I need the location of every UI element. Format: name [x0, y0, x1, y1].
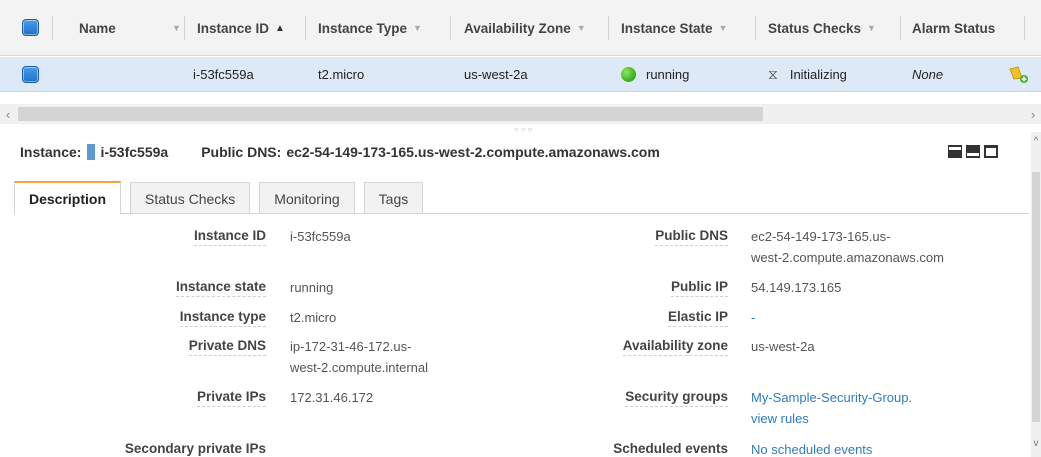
- sort-caret-icon: ▼: [413, 23, 422, 33]
- label-private-dns: Private DNS: [188, 338, 266, 356]
- cell-instance-type: t2.micro: [318, 67, 365, 82]
- value-instance-type: t2.micro: [290, 310, 337, 325]
- label-instance-state: Instance state: [175, 279, 266, 297]
- cell-instance-id: i-53fc559a: [193, 67, 254, 82]
- value-security-groups: My-Sample-Security-Group. view rules: [751, 387, 912, 429]
- row-checkbox[interactable]: [22, 66, 39, 83]
- scroll-down-icon[interactable]: v: [1031, 438, 1041, 449]
- label-scheduled-events: Scheduled events: [613, 441, 728, 457]
- sort-caret-icon: ▼: [576, 23, 586, 33]
- value-scheduled-events[interactable]: No scheduled events: [751, 439, 872, 457]
- table-row[interactable]: i-53fc559a t2.micro us-west-2a running ⧖…: [0, 57, 1041, 92]
- label-availability-zone: Availability zone: [622, 338, 728, 356]
- label-instance-type: Instance type: [179, 309, 266, 327]
- cell-instance-state: running: [621, 57, 689, 92]
- horizontal-scrollbar[interactable]: ‹ ›: [0, 104, 1041, 124]
- value-availability-zone: us-west-2a: [751, 339, 815, 354]
- label-instance-id: Instance ID: [193, 228, 266, 246]
- alarm-add-icon[interactable]: [1008, 57, 1030, 92]
- tab-status-checks[interactable]: Status Checks: [130, 182, 251, 214]
- layout-split-bottom-icon[interactable]: [966, 145, 980, 158]
- layout-maximize-icon[interactable]: [984, 145, 998, 158]
- detail-title: Instance: i-53fc559a Public DNS: ec2-54-…: [20, 144, 660, 160]
- scrollbar-thumb[interactable]: [18, 107, 763, 121]
- detail-tabs: Description Status Checks Monitoring Tag…: [14, 181, 432, 214]
- column-header-name[interactable]: Name: [79, 0, 116, 56]
- column-header-instance-type[interactable]: Instance Type ▼: [318, 0, 422, 56]
- value-instance-state: running: [290, 280, 334, 295]
- cell-status-checks: ⧖ Initializing: [768, 66, 847, 82]
- cell-alarm-status: None: [912, 67, 944, 82]
- value-elastic-ip: -: [751, 310, 756, 325]
- select-all-checkbox[interactable]: [22, 19, 39, 36]
- vertical-scrollbar[interactable]: ^ v: [1031, 132, 1041, 457]
- sort-ascending-icon: ▲: [275, 22, 285, 34]
- layout-split-top-icon[interactable]: [948, 145, 962, 158]
- scroll-up-icon[interactable]: ^: [1031, 136, 1041, 147]
- value-public-ip: 54.149.173.165: [751, 280, 842, 295]
- hourglass-icon: ⧖: [768, 66, 778, 82]
- scroll-left-icon[interactable]: ‹: [0, 104, 16, 124]
- tab-description[interactable]: Description: [14, 181, 122, 214]
- label-public-ip: Public IP: [670, 279, 728, 297]
- sort-caret-icon: ▼: [718, 23, 728, 33]
- label-elastic-ip: Elastic IP: [667, 309, 728, 327]
- column-header-status-checks[interactable]: Status Checks ▼: [768, 0, 876, 56]
- column-header-instance-state[interactable]: Instance State ▼: [621, 0, 727, 56]
- security-group-link[interactable]: My-Sample-Security-Group: [751, 390, 909, 405]
- status-running-icon: [621, 67, 636, 82]
- vertical-scrollbar-thumb[interactable]: [1032, 172, 1040, 422]
- cell-availability-zone: us-west-2a: [464, 67, 528, 82]
- instances-table-header: Name ▼ Instance ID ▲ Instance Type ▼ Ava…: [0, 0, 1041, 56]
- label-public-dns: Public DNS: [655, 228, 728, 246]
- value-instance-id: i-53fc559a: [290, 229, 351, 244]
- label-private-ips: Private IPs: [196, 389, 266, 407]
- instance-marker: [87, 144, 96, 160]
- label-security-groups: Security groups: [625, 389, 728, 407]
- tab-monitoring[interactable]: Monitoring: [259, 182, 355, 214]
- value-public-dns: ec2-54-149-173-165.us- west-2.compute.am…: [751, 229, 944, 265]
- view-rules-link[interactable]: view rules: [751, 408, 912, 429]
- tab-tags[interactable]: Tags: [363, 182, 424, 214]
- pane-resize-handle[interactable]: ○○○: [514, 125, 535, 134]
- column-header-alarm-status[interactable]: Alarm Status: [912, 0, 995, 56]
- label-secondary-private-ips: Secondary private IPs: [124, 441, 266, 457]
- column-header-instance-id[interactable]: Instance ID ▲: [197, 0, 285, 56]
- pane-layout-toggles: [948, 145, 998, 158]
- sort-caret-icon[interactable]: ▼: [166, 0, 181, 56]
- sort-caret-icon: ▼: [867, 23, 876, 33]
- column-header-availability-zone[interactable]: Availability Zone ▼: [464, 0, 586, 56]
- value-private-dns: ip-172-31-46-172.us- west-2.compute.inte…: [290, 339, 429, 375]
- scroll-right-icon[interactable]: ›: [1025, 104, 1041, 124]
- description-panel: Instance ID i-53fc559a Instance state ru…: [0, 214, 1030, 457]
- value-private-ips: 172.31.46.172: [290, 390, 374, 405]
